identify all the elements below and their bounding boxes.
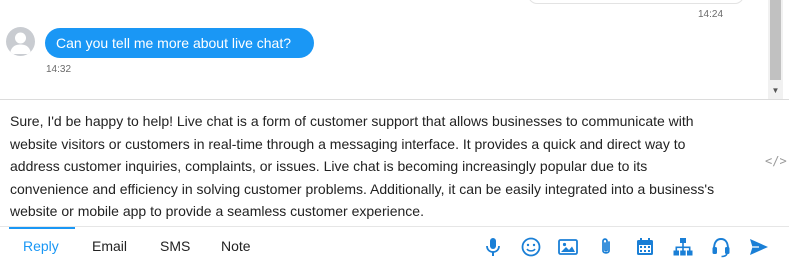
microphone-icon[interactable] [482,236,504,258]
tab-sms[interactable]: SMS [160,238,190,254]
previous-message-bubble [528,0,744,4]
user-icon [10,32,31,54]
previous-message-time: 14:24 [698,9,724,20]
scrollbar-thumb[interactable] [770,0,781,80]
calendar-icon[interactable] [634,236,656,258]
composer-line: website visitors or customers in real-ti… [10,135,686,152]
sitemap-icon[interactable] [672,236,694,258]
tab-email[interactable]: Email [92,238,127,254]
chat-history: 14:24 Can you tell me more about live ch… [0,0,789,99]
image-icon[interactable] [557,236,579,258]
message-time: 14:32 [46,64,72,75]
composer-line: website or mobile app to provide a seaml… [10,203,424,220]
message-bubble: Can you tell me more about live chat? [45,28,314,58]
composer-text[interactable]: Sure, I'd be happy to help! Live chat is… [10,110,760,223]
active-tab-underline [9,227,75,229]
attachment-icon[interactable] [595,236,617,258]
tab-note[interactable]: Note [221,238,251,254]
composer-line: Sure, I'd be happy to help! Live chat is… [10,113,694,129]
bottom-toolbar: Reply Email SMS Note [0,226,789,270]
composer-line: convenience and efficiency in solving cu… [10,180,715,197]
tab-reply[interactable]: Reply [23,238,59,254]
send-icon[interactable] [748,236,770,258]
scrollbar[interactable]: ▼ [768,0,783,99]
scroll-down-arrow-icon[interactable]: ▼ [768,83,783,98]
emoji-icon[interactable] [520,236,542,258]
headset-icon[interactable] [710,236,732,258]
avatar [6,27,35,56]
composer-line: address customer inquiries, complaints, … [10,158,648,175]
message-composer[interactable]: Sure, I'd be happy to help! Live chat is… [0,99,789,226]
code-icon[interactable]: </> [765,154,787,168]
